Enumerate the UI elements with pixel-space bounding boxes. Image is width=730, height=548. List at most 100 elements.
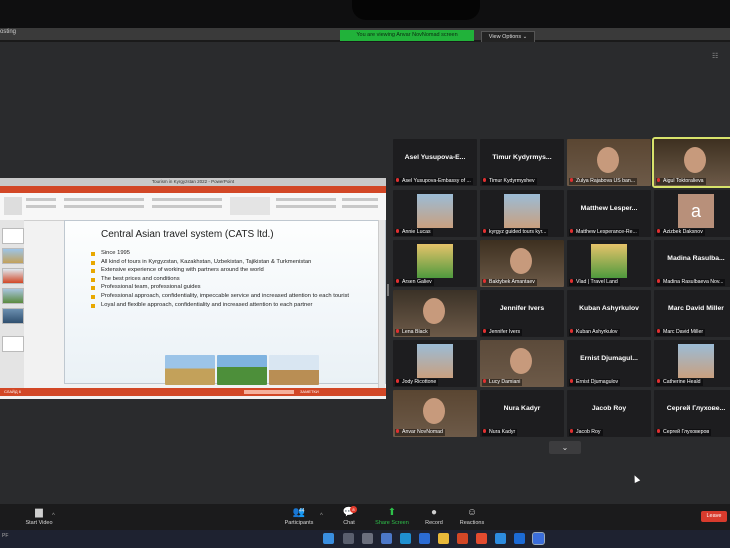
- participants-count: 44: [299, 508, 305, 514]
- paragraph-controls: [152, 198, 222, 201]
- mic-muted-icon: [569, 379, 574, 384]
- start-video-label: Start Video: [25, 520, 53, 526]
- profile-photo: [417, 194, 453, 228]
- mic-muted-icon: [656, 429, 661, 434]
- participant-name: Сергей Глуховеров: [663, 429, 710, 435]
- profile-photo: [678, 344, 714, 378]
- participant-tile[interactable]: Timur Kydyrmys... Timur Kydyrmyshev: [480, 139, 564, 186]
- mail-icon[interactable]: [419, 533, 430, 544]
- participant-tile[interactable]: a Azizbek Daksnov: [654, 190, 730, 237]
- file-explorer-icon[interactable]: [438, 533, 449, 544]
- participant-head: [423, 298, 445, 324]
- shared-screen: Tourism in Kyrgyzstan 2022 - PowerPoint …: [0, 178, 386, 399]
- edge-browser-icon[interactable]: [400, 533, 411, 544]
- participant-name: Anvar NovNomad: [402, 429, 443, 435]
- split-view-handle[interactable]: [387, 284, 389, 296]
- leave-button[interactable]: Leave: [701, 511, 727, 522]
- shapes-gallery: [230, 197, 270, 215]
- participants-button[interactable]: 👥 44 Participants: [282, 507, 316, 526]
- participant-name: Ernist Djumagulov: [576, 379, 619, 385]
- chat-button[interactable]: 💬 8 Chat: [336, 506, 362, 526]
- task-view-icon[interactable]: [362, 533, 373, 544]
- participants-options-caret[interactable]: ^: [320, 513, 323, 519]
- participant-tile[interactable]: Jennifer Ivers Jennifer Ivers: [480, 290, 564, 337]
- widgets-icon[interactable]: [381, 533, 392, 544]
- search-icon[interactable]: [343, 533, 354, 544]
- editing-controls: [342, 205, 378, 208]
- mic-muted-icon: [395, 379, 400, 384]
- participant-tile[interactable]: Aigul Toktoralieva: [652, 137, 730, 188]
- monitor-bezel: [0, 0, 730, 28]
- profile-logo: [591, 244, 627, 278]
- participant-tile[interactable]: Сергей Глухове... Сергей Глуховеров: [654, 390, 730, 437]
- zoom-app-icon[interactable]: [495, 533, 506, 544]
- participant-name: Azizbek Daksnov: [663, 229, 703, 235]
- participant-display-name: Marc David Miller: [668, 305, 724, 312]
- participant-tile[interactable]: Asel Yusupova-E... Asel Yusupova-Embassy …: [393, 139, 477, 186]
- record-button[interactable]: ● Record: [420, 507, 448, 526]
- participant-tile[interactable]: Annie Lucas: [393, 190, 477, 237]
- mic-muted-icon: [656, 279, 661, 284]
- participant-tile[interactable]: Lena Black: [393, 290, 477, 337]
- reactions-icon: ☺: [466, 507, 478, 518]
- participant-tile[interactable]: Zulya Rajabova US ban...: [567, 139, 651, 186]
- active-app-icon[interactable]: [532, 532, 545, 545]
- mic-muted-icon: [569, 178, 574, 183]
- video-options-caret[interactable]: ^: [52, 513, 55, 519]
- participant-tile[interactable]: Jody Ricottone: [393, 340, 477, 387]
- share-screen-icon: ⬆: [387, 507, 397, 518]
- participant-tile[interactable]: Lucy Damiani: [480, 340, 564, 387]
- mic-muted-icon: [395, 229, 400, 234]
- participant-tile[interactable]: kyrgyz guided tours kyr...: [480, 190, 564, 237]
- windows-taskbar: PF: [0, 530, 730, 548]
- participant-tile[interactable]: Vlad | Travel Land: [567, 240, 651, 287]
- participant-head: [510, 348, 532, 374]
- participant-tile[interactable]: Nura Kadyr Nura Kadyr: [480, 390, 564, 437]
- chevron-down-icon[interactable]: ⌄: [549, 441, 581, 454]
- participant-head: [684, 147, 706, 173]
- reactions-button[interactable]: ☺ Reactions: [456, 507, 488, 526]
- start-video-button[interactable]: ▆ Start Video: [22, 507, 56, 526]
- participant-tile[interactable]: Anvar NovNomad: [393, 390, 477, 437]
- mic-muted-icon: [395, 329, 400, 334]
- share-screen-label: Share Screen: [375, 520, 409, 526]
- participant-tile[interactable]: Matthew Lesper... Matthew Lesperance-Re..…: [567, 190, 651, 237]
- chat-unread-badge: 8: [350, 506, 357, 513]
- participant-tile[interactable]: Ernist Djumagul... Ernist Djumagulov: [567, 340, 651, 387]
- participant-tile[interactable]: Baktybek Amantaev: [480, 240, 564, 287]
- participant-tile[interactable]: Jacob Roy Jacob Roy: [567, 390, 651, 437]
- ribbon-control: [26, 205, 56, 208]
- start-menu-icon[interactable]: [323, 533, 334, 544]
- participant-tile[interactable]: Kuban Ashyrkulov Kuban Ashyrkulov: [567, 290, 651, 337]
- participant-name-label: Zulya Rajabova US ban...: [569, 178, 638, 185]
- slide-thumbnail: [2, 248, 24, 264]
- participant-tile[interactable]: Marc David Miller Marc David Miller: [654, 290, 730, 337]
- share-screen-button[interactable]: ⬆ Share Screen: [372, 507, 412, 526]
- participant-name-label: Lena Black: [395, 329, 430, 336]
- participant-tile[interactable]: Arsen Galiev: [393, 240, 477, 287]
- participant-name-label: Vlad | Travel Land: [569, 279, 620, 286]
- participant-head: [597, 147, 619, 173]
- slide-thumbnails: [0, 220, 24, 388]
- bullet-item: Since 1995: [91, 249, 381, 258]
- slide-thumbnail: [2, 288, 24, 304]
- webcam: [352, 0, 480, 20]
- participant-name: Asel Yusupova-Embassy of ...: [402, 178, 471, 184]
- gallery-view-icon[interactable]: ☷: [712, 52, 718, 60]
- slide-photo-horsemen: [269, 355, 319, 385]
- participant-name: Marc David Miller: [663, 329, 704, 335]
- drawing-controls: [276, 198, 336, 201]
- mic-muted-icon: [569, 429, 574, 434]
- participant-display-name: Сергей Глухове...: [666, 405, 726, 412]
- participant-display-name: Jennifer Ivers: [499, 305, 545, 312]
- powerpoint-icon[interactable]: [457, 533, 468, 544]
- app-icon[interactable]: [514, 533, 525, 544]
- participant-name-label: Annie Lucas: [395, 229, 433, 236]
- current-slide: Central Asian travel system (CATS ltd.) …: [64, 220, 386, 385]
- participant-tile[interactable]: Catherine Heald: [654, 340, 730, 387]
- slide-thumbnail: [2, 308, 24, 324]
- participant-tile[interactable]: Madina Rasulba... Madina Rasulbaeva Nov..…: [654, 240, 730, 287]
- profile-logo: [417, 244, 453, 278]
- chrome-icon[interactable]: [476, 533, 487, 544]
- participant-name-label: Azizbek Daksnov: [656, 229, 705, 236]
